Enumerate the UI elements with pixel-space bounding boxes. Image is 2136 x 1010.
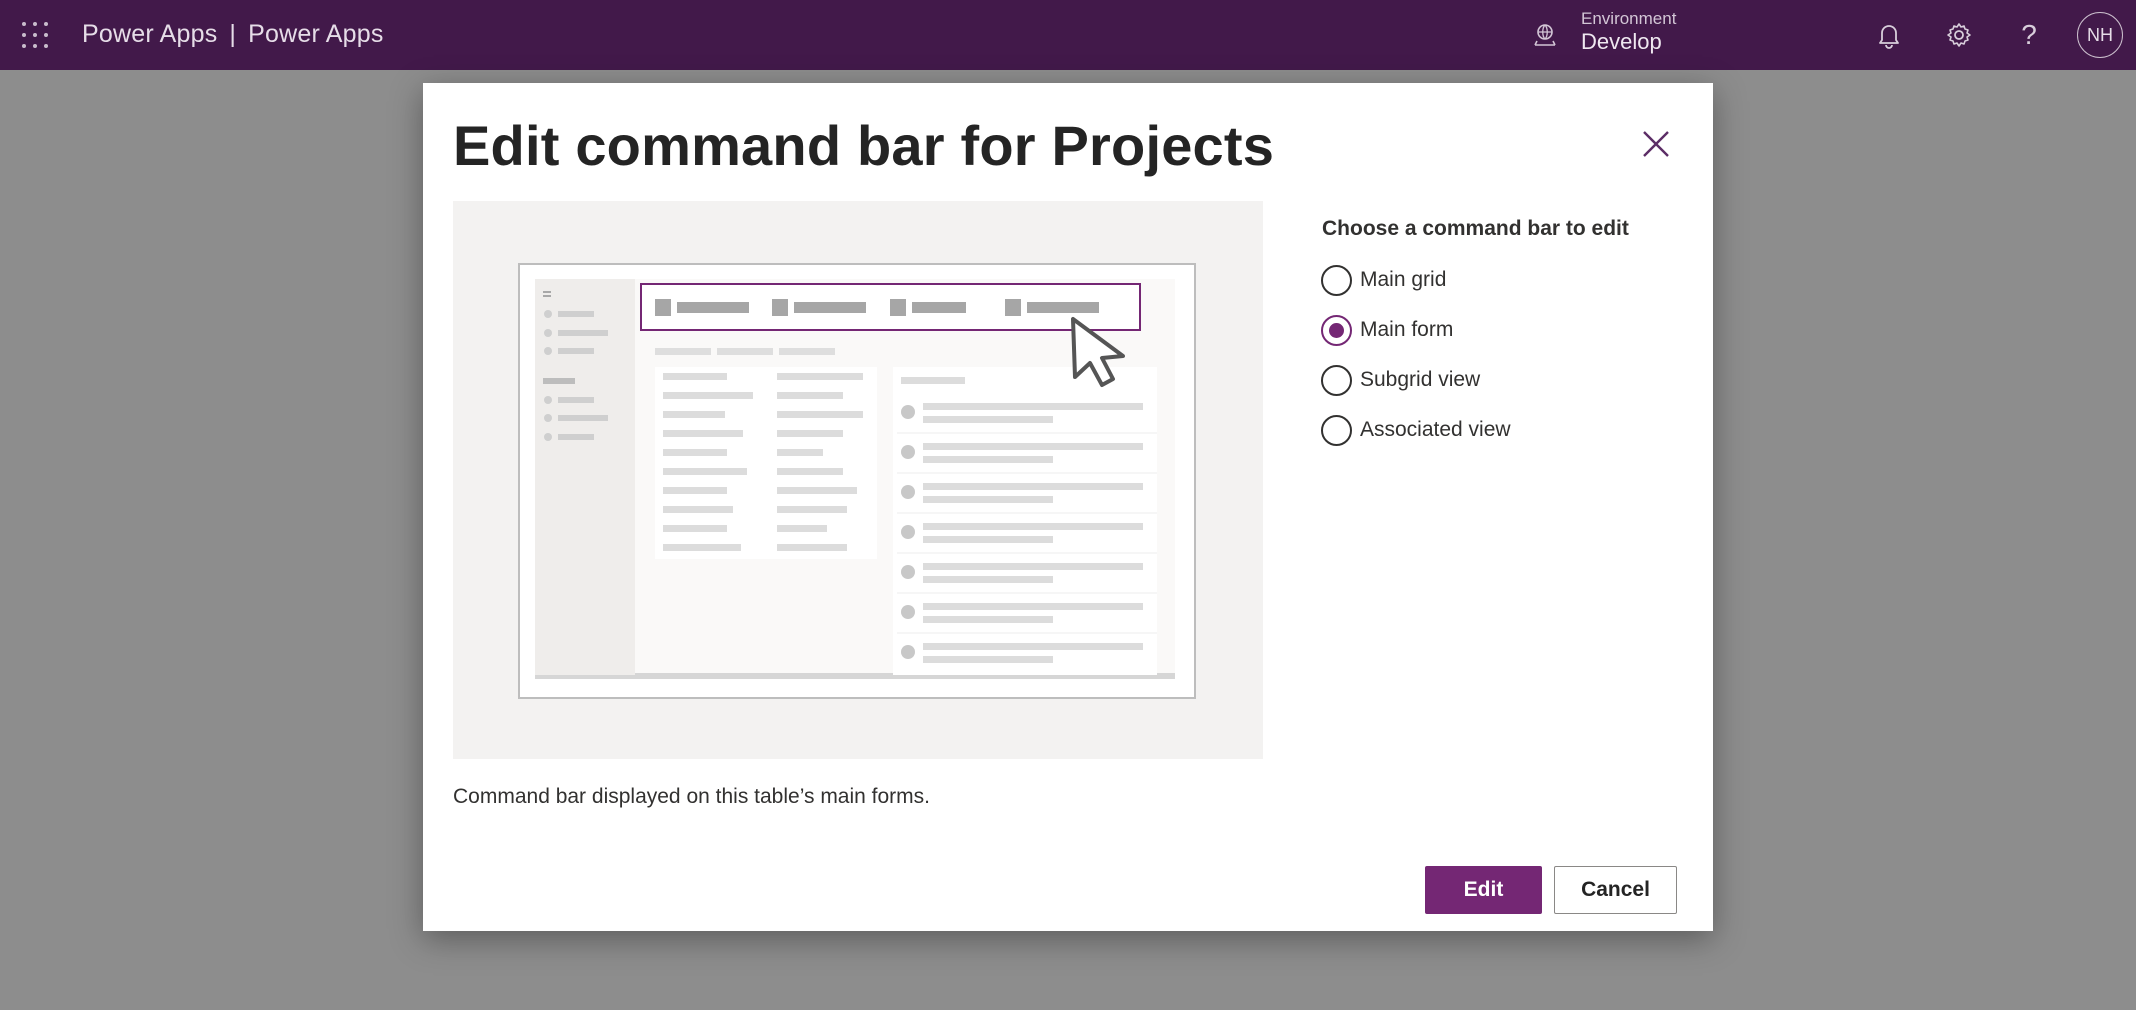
bell-icon[interactable]: [1872, 18, 1906, 52]
radio-option-main-grid[interactable]: Main grid: [1321, 264, 1446, 296]
environment-app-name: Power Apps: [248, 20, 384, 48]
radio-option-associated-view[interactable]: Associated view: [1321, 414, 1511, 446]
title-separator: |: [229, 20, 237, 48]
radio-label: Main form: [1360, 318, 1454, 341]
help-icon[interactable]: ?: [2012, 18, 2046, 52]
radio-label: Subgrid view: [1360, 368, 1481, 391]
choose-command-bar-label: Choose a command bar to edit: [1322, 217, 1629, 240]
edit-command-bar-dialog: Edit command bar for Projects Command ba…: [423, 83, 1713, 931]
app-launcher-icon[interactable]: [22, 22, 48, 48]
gear-icon[interactable]: [1942, 18, 1976, 52]
app-name: Power Apps: [82, 20, 218, 48]
dialog-title: Edit command bar for Projects: [453, 114, 1275, 177]
radio-dot: [1329, 322, 1344, 338]
radio-option-main-form[interactable]: Main form: [1321, 314, 1453, 346]
app-title[interactable]: Power Apps | Power Apps: [82, 20, 384, 49]
cancel-button[interactable]: Cancel: [1554, 866, 1677, 914]
radio-label: Associated view: [1360, 418, 1511, 441]
radio-button-selected[interactable]: [1321, 314, 1352, 346]
radio-button[interactable]: [1321, 264, 1352, 296]
close-icon[interactable]: [1639, 127, 1673, 161]
top-navigation-bar: Power Apps | Power Apps Environment Develo…: [0, 0, 2136, 70]
radio-label: Main grid: [1360, 268, 1447, 291]
avatar[interactable]: NH: [2077, 12, 2123, 58]
environment-label: Environment: [1581, 9, 1677, 28]
preview-illustration: [518, 263, 1196, 699]
radio-button[interactable]: [1321, 414, 1352, 446]
radio-button[interactable]: [1321, 364, 1352, 396]
preview-caption: Command bar displayed on this table’s ma…: [453, 785, 931, 808]
edit-button[interactable]: Edit: [1425, 866, 1542, 914]
environment-icon[interactable]: [1530, 21, 1560, 51]
command-bar-preview-image: [453, 201, 1263, 759]
radio-option-subgrid-view[interactable]: Subgrid view: [1321, 364, 1480, 396]
environment-value[interactable]: Develop: [1581, 29, 1662, 55]
